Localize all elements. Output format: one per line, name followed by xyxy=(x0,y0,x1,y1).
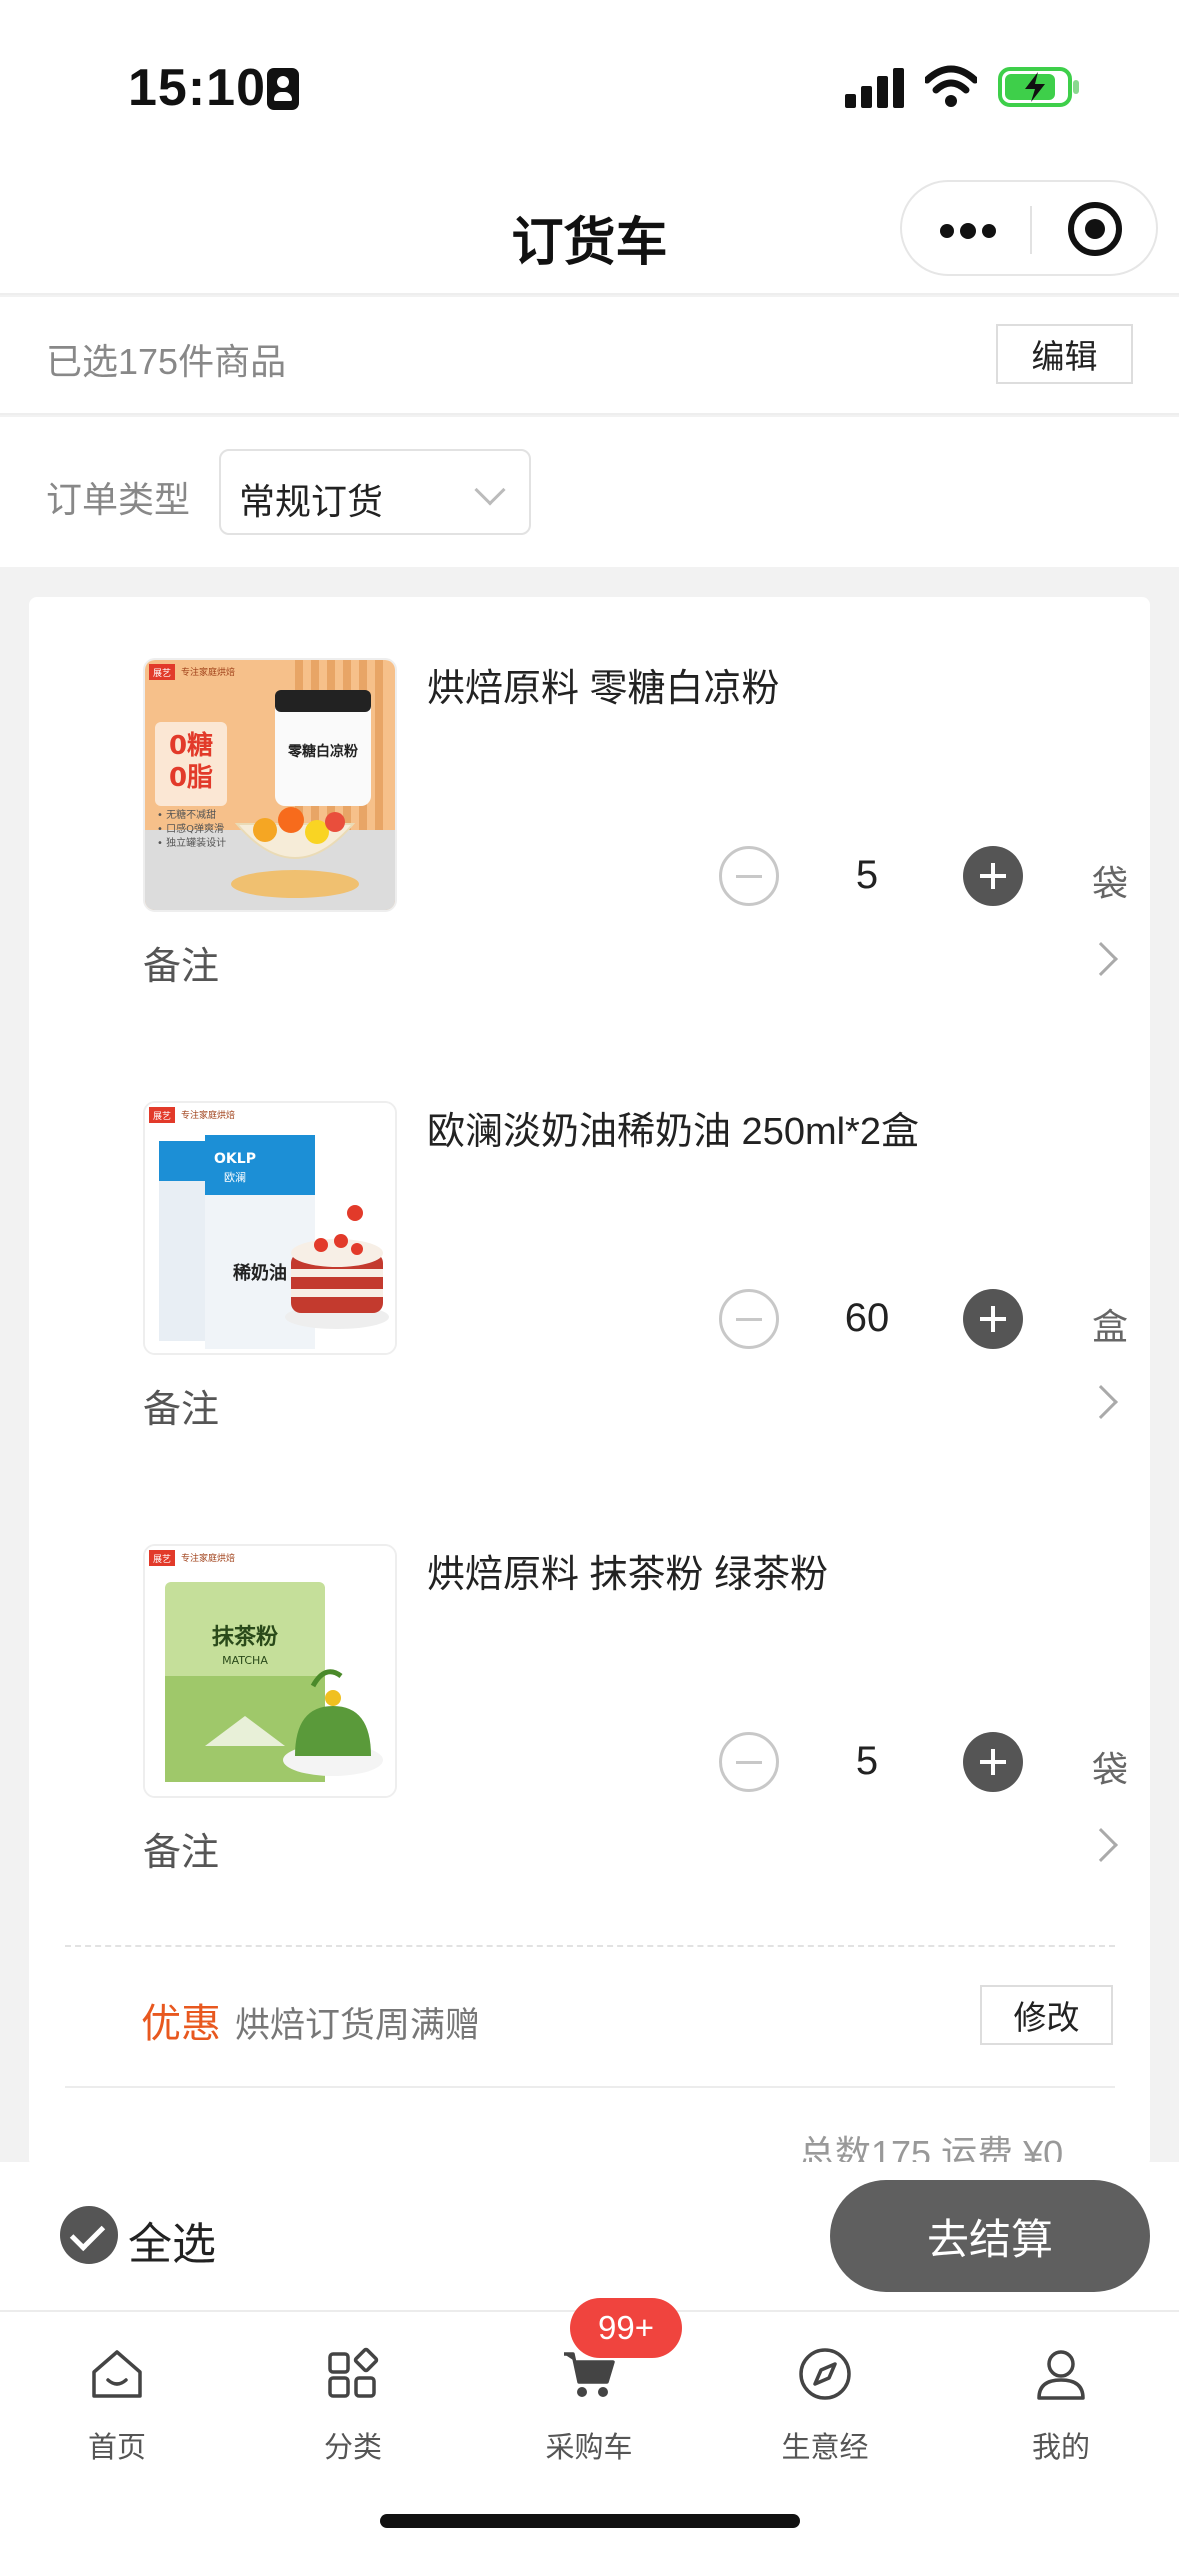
tab-profile[interactable]: 我的 xyxy=(981,2332,1141,2472)
note-label: 备注 xyxy=(143,1389,220,1431)
badge-line-2: 0脂 xyxy=(169,763,213,793)
cart-item: 展艺 专注家庭烘焙 OKLP 欧澜 稀奶油 欧澜淡奶油稀奶油 250ml*2盒 … xyxy=(29,1040,1150,1480)
brand-tagline: 专注家庭烘焙 xyxy=(181,1552,235,1564)
modify-promo-button[interactable]: 修改 xyxy=(980,1985,1113,2045)
home-indicator xyxy=(380,2514,800,2528)
mini-program-capsule xyxy=(900,180,1158,276)
box-name: 稀奶油 xyxy=(233,1262,287,1284)
cart-item: 展艺 专注家庭烘焙 0糖 0脂 • 无糖不减甜 • 口感Q弹爽滑 • 独立罐装设… xyxy=(29,597,1150,1037)
unit-label: 袋 xyxy=(1092,863,1129,904)
box-brand: OKLP xyxy=(214,1151,256,1167)
increase-button[interactable] xyxy=(963,846,1023,906)
edit-button[interactable]: 编辑 xyxy=(996,324,1133,384)
battery-charging-icon xyxy=(998,67,1079,107)
feature-bullet: • 独立罐装设计 xyxy=(157,836,226,849)
category-icon xyxy=(328,2347,379,2398)
pack-name: 抹茶粉 xyxy=(212,1625,278,1650)
decrease-button[interactable] xyxy=(719,846,779,906)
status-time: 15:10 xyxy=(128,59,266,117)
checkout-bar: 全选 去结算 xyxy=(0,2162,1179,2310)
cart-card: 展艺 专注家庭烘焙 0糖 0脂 • 无糖不减甜 • 口感Q弹爽滑 • 独立罐装设… xyxy=(29,597,1150,2174)
brand-logo: 展艺 xyxy=(153,1111,171,1122)
tab-label: 首页 xyxy=(87,2432,146,2464)
quantity-stepper: 5 袋 xyxy=(719,843,1139,909)
note-label: 备注 xyxy=(143,1832,220,1874)
cart-item: 展艺 专注家庭烘焙 抹茶粉 MATCHA 烘焙原料 抹茶粉 绿茶粉 5 袋 备注 xyxy=(29,1483,1150,1923)
target-icon[interactable] xyxy=(1068,202,1122,256)
tab-home[interactable]: 首页 xyxy=(37,2332,197,2472)
divider xyxy=(65,2086,1115,2088)
badge-line-1: 0糖 xyxy=(169,730,213,761)
promo-text: 烘焙订货周满赠 xyxy=(235,2006,481,2045)
note-row[interactable]: 备注 xyxy=(143,1815,1123,1875)
chevron-down-icon xyxy=(474,474,506,506)
chevron-right-icon xyxy=(1084,1385,1118,1419)
brand-tagline: 专注家庭烘焙 xyxy=(181,666,235,678)
decrease-button[interactable] xyxy=(719,1732,779,1792)
quantity-value[interactable]: 5 xyxy=(807,1739,927,1784)
product-image[interactable]: 展艺 专注家庭烘焙 抹茶粉 MATCHA xyxy=(143,1544,397,1798)
selected-count-text: 已选175件商品 xyxy=(46,341,287,382)
order-type-row: 订单类型 常规订货 xyxy=(0,417,1179,567)
brand-logo: 展艺 xyxy=(153,1554,171,1565)
unit-label: 袋 xyxy=(1092,1749,1129,1790)
product-image[interactable]: 展艺 专注家庭烘焙 0糖 0脂 • 无糖不减甜 • 口感Q弹爽滑 • 独立罐装设… xyxy=(143,658,397,912)
decrease-button[interactable] xyxy=(719,1289,779,1349)
chevron-right-icon xyxy=(1084,942,1118,976)
pack-en: MATCHA xyxy=(222,1654,268,1667)
cart-count-badge: 99+ xyxy=(570,2298,682,2358)
note-label: 备注 xyxy=(143,946,220,988)
signal-icon xyxy=(845,66,905,108)
increase-button[interactable] xyxy=(963,1732,1023,1792)
tab-label: 分类 xyxy=(323,2432,382,2464)
divider xyxy=(65,1945,1115,1947)
tab-business[interactable]: 生意经 xyxy=(745,2332,905,2472)
order-type-value: 常规订货 xyxy=(239,481,384,522)
selection-summary: 已选175件商品 编辑 xyxy=(0,297,1179,415)
quantity-value[interactable]: 60 xyxy=(807,1296,927,1341)
promotion-row: 优惠 烘焙订货周满赠 修改 xyxy=(29,1977,1150,2057)
product-image[interactable]: 展艺 专注家庭烘焙 OKLP 欧澜 稀奶油 xyxy=(143,1101,397,1355)
home-icon xyxy=(92,2350,142,2398)
promo-label: 优惠 xyxy=(141,2002,221,2046)
user-icon xyxy=(1037,2350,1085,2400)
checkout-button[interactable]: 去结算 xyxy=(830,2180,1150,2292)
capsule-divider xyxy=(1030,206,1032,254)
product-name: 烘焙原料 零糖白凉粉 xyxy=(427,668,780,710)
box-sub: 欧澜 xyxy=(224,1170,246,1184)
tab-category[interactable]: 分类 xyxy=(273,2332,433,2472)
product-name: 烘焙原料 抹茶粉 绿茶粉 xyxy=(427,1554,829,1596)
more-icon[interactable] xyxy=(938,222,998,240)
order-type-label: 订单类型 xyxy=(46,479,191,520)
brand-tagline: 专注家庭烘焙 xyxy=(181,1109,235,1121)
quantity-stepper: 60 盒 xyxy=(719,1286,1139,1352)
note-row[interactable]: 备注 xyxy=(143,1372,1123,1432)
unit-label: 盒 xyxy=(1092,1306,1129,1347)
feature-bullet: • 无糖不减甜 xyxy=(157,808,216,821)
jar-label: 零糖白凉粉 xyxy=(287,743,358,760)
wifi-icon xyxy=(925,65,977,107)
tab-label: 采购车 xyxy=(545,2432,633,2464)
id-card-icon xyxy=(267,68,299,110)
quantity-stepper: 5 袋 xyxy=(719,1729,1139,1795)
increase-button[interactable] xyxy=(963,1289,1023,1349)
select-all-label[interactable]: 全选 xyxy=(128,2208,216,2272)
chevron-right-icon xyxy=(1084,1828,1118,1862)
note-row[interactable]: 备注 xyxy=(143,929,1123,989)
quantity-value[interactable]: 5 xyxy=(807,853,927,898)
brand-logo: 展艺 xyxy=(153,668,171,679)
order-type-select[interactable]: 常规订货 xyxy=(219,449,531,535)
tab-label: 我的 xyxy=(1031,2432,1090,2464)
select-all-checkbox[interactable] xyxy=(60,2206,118,2264)
tab-label: 生意经 xyxy=(781,2432,869,2464)
nav-bar: 订货车 xyxy=(0,170,1179,295)
compass-icon xyxy=(799,2348,851,2400)
product-name: 欧澜淡奶油稀奶油 250ml*2盒 xyxy=(427,1111,919,1153)
status-bar: 15:10 xyxy=(0,0,1179,170)
feature-bullet: • 口感Q弹爽滑 xyxy=(157,822,224,835)
